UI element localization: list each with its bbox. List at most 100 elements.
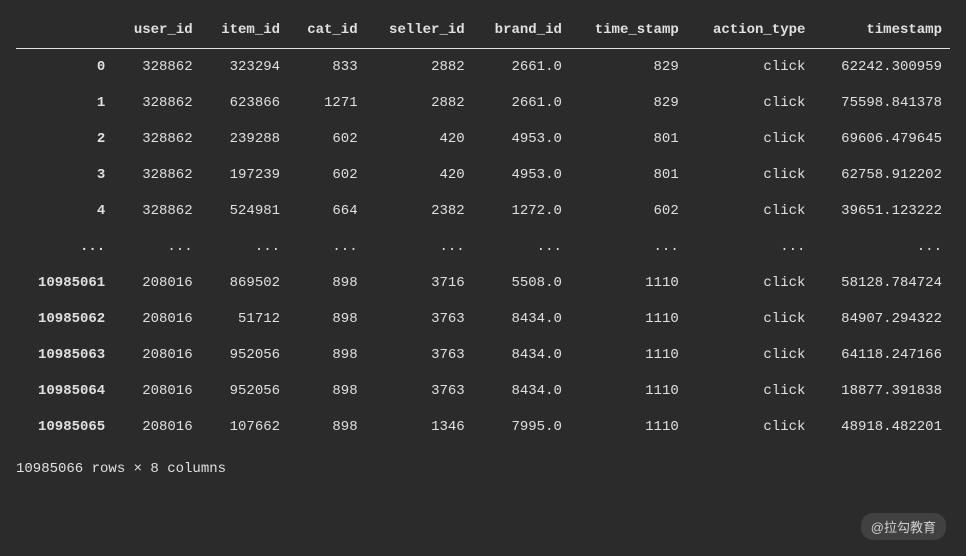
row-index: 10985063 bbox=[16, 337, 113, 373]
cell-item_id: 239288 bbox=[201, 121, 288, 157]
cell-timestamp: 62758.912202 bbox=[813, 157, 950, 193]
cell-user_id: 208016 bbox=[113, 337, 200, 373]
cell-item_id: 107662 bbox=[201, 409, 288, 445]
cell-action_type: click bbox=[687, 157, 814, 193]
col-header: timestamp bbox=[813, 12, 950, 49]
cell-timestamp: 84907.294322 bbox=[813, 301, 950, 337]
cell-item_id: 952056 bbox=[201, 373, 288, 409]
cell-user_id: 328862 bbox=[113, 85, 200, 121]
row-index: 10985064 bbox=[16, 373, 113, 409]
cell-user_id: 328862 bbox=[113, 121, 200, 157]
table-row: 1328862623866127128822661.0829click75598… bbox=[16, 85, 950, 121]
cell-brand_id: 1272.0 bbox=[473, 193, 570, 229]
table-row: 23288622392886024204953.0801click69606.4… bbox=[16, 121, 950, 157]
col-header: item_id bbox=[201, 12, 288, 49]
index-header bbox=[16, 12, 113, 49]
cell-brand_id: 7995.0 bbox=[473, 409, 570, 445]
cell-item_id: ... bbox=[201, 229, 288, 265]
watermark-badge: @拉勾教育 bbox=[861, 513, 946, 540]
cell-item_id: 952056 bbox=[201, 337, 288, 373]
cell-action_type: click bbox=[687, 121, 814, 157]
table-row: 33288621972396024204953.0801click62758.9… bbox=[16, 157, 950, 193]
row-index: 1 bbox=[16, 85, 113, 121]
cell-cat_id: 898 bbox=[288, 373, 366, 409]
cell-user_id: 328862 bbox=[113, 157, 200, 193]
cell-action_type: click bbox=[687, 337, 814, 373]
cell-time_stamp: 829 bbox=[570, 85, 687, 121]
cell-action_type: ... bbox=[687, 229, 814, 265]
cell-action_type: click bbox=[687, 409, 814, 445]
cell-timestamp: ... bbox=[813, 229, 950, 265]
row-index: 10985065 bbox=[16, 409, 113, 445]
row-index: 3 bbox=[16, 157, 113, 193]
cell-cat_id: 1271 bbox=[288, 85, 366, 121]
cell-brand_id: 2661.0 bbox=[473, 49, 570, 86]
cell-timestamp: 48918.482201 bbox=[813, 409, 950, 445]
cell-time_stamp: 801 bbox=[570, 157, 687, 193]
dataframe-table: user_id item_id cat_id seller_id brand_i… bbox=[16, 12, 950, 445]
cell-item_id: 524981 bbox=[201, 193, 288, 229]
cell-time_stamp: 1110 bbox=[570, 265, 687, 301]
header-row: user_id item_id cat_id seller_id brand_i… bbox=[16, 12, 950, 49]
cell-user_id: 208016 bbox=[113, 301, 200, 337]
cell-user_id: ... bbox=[113, 229, 200, 265]
table-row: 1098506420801695205689837638434.01110cli… bbox=[16, 373, 950, 409]
cell-seller_id: 2382 bbox=[366, 193, 473, 229]
cell-brand_id: 4953.0 bbox=[473, 121, 570, 157]
cell-user_id: 208016 bbox=[113, 265, 200, 301]
col-header: time_stamp bbox=[570, 12, 687, 49]
cell-user_id: 208016 bbox=[113, 409, 200, 445]
cell-brand_id: 2661.0 bbox=[473, 85, 570, 121]
col-header: user_id bbox=[113, 12, 200, 49]
table-row: 1098506320801695205689837638434.01110cli… bbox=[16, 337, 950, 373]
row-index: 10985061 bbox=[16, 265, 113, 301]
row-index: 4 bbox=[16, 193, 113, 229]
cell-seller_id: 1346 bbox=[366, 409, 473, 445]
table-row: 1098506520801610766289813467995.01110cli… bbox=[16, 409, 950, 445]
cell-action_type: click bbox=[687, 301, 814, 337]
row-index: ... bbox=[16, 229, 113, 265]
row-index: 2 bbox=[16, 121, 113, 157]
cell-item_id: 623866 bbox=[201, 85, 288, 121]
cell-timestamp: 62242.300959 bbox=[813, 49, 950, 86]
cell-seller_id: ... bbox=[366, 229, 473, 265]
cell-cat_id: 898 bbox=[288, 409, 366, 445]
cell-action_type: click bbox=[687, 193, 814, 229]
cell-timestamp: 18877.391838 bbox=[813, 373, 950, 409]
cell-time_stamp: 1110 bbox=[570, 301, 687, 337]
row-index: 10985062 bbox=[16, 301, 113, 337]
cell-cat_id: 602 bbox=[288, 121, 366, 157]
summary-text: 10985066 rows × 8 columns bbox=[16, 461, 950, 477]
cell-seller_id: 3763 bbox=[366, 337, 473, 373]
table-row: 032886232329483328822661.0829click62242.… bbox=[16, 49, 950, 86]
cell-time_stamp: 1110 bbox=[570, 337, 687, 373]
cell-user_id: 208016 bbox=[113, 373, 200, 409]
cell-user_id: 328862 bbox=[113, 193, 200, 229]
cell-timestamp: 39651.123222 bbox=[813, 193, 950, 229]
cell-time_stamp: 801 bbox=[570, 121, 687, 157]
cell-item_id: 323294 bbox=[201, 49, 288, 86]
cell-brand_id: 8434.0 bbox=[473, 373, 570, 409]
table-row: ........................... bbox=[16, 229, 950, 265]
cell-item_id: 197239 bbox=[201, 157, 288, 193]
cell-item_id: 51712 bbox=[201, 301, 288, 337]
table-row: 109850622080165171289837638434.01110clic… bbox=[16, 301, 950, 337]
cell-time_stamp: 1110 bbox=[570, 409, 687, 445]
cell-brand_id: 4953.0 bbox=[473, 157, 570, 193]
col-header: cat_id bbox=[288, 12, 366, 49]
cell-time_stamp: 1110 bbox=[570, 373, 687, 409]
cell-cat_id: 898 bbox=[288, 265, 366, 301]
cell-cat_id: ... bbox=[288, 229, 366, 265]
cell-seller_id: 3763 bbox=[366, 373, 473, 409]
cell-seller_id: 2882 bbox=[366, 85, 473, 121]
col-header: action_type bbox=[687, 12, 814, 49]
cell-timestamp: 58128.784724 bbox=[813, 265, 950, 301]
cell-seller_id: 420 bbox=[366, 157, 473, 193]
cell-action_type: click bbox=[687, 49, 814, 86]
cell-action_type: click bbox=[687, 265, 814, 301]
cell-brand_id: 5508.0 bbox=[473, 265, 570, 301]
cell-timestamp: 64118.247166 bbox=[813, 337, 950, 373]
table-row: 432886252498166423821272.0602click39651.… bbox=[16, 193, 950, 229]
cell-cat_id: 664 bbox=[288, 193, 366, 229]
col-header: brand_id bbox=[473, 12, 570, 49]
